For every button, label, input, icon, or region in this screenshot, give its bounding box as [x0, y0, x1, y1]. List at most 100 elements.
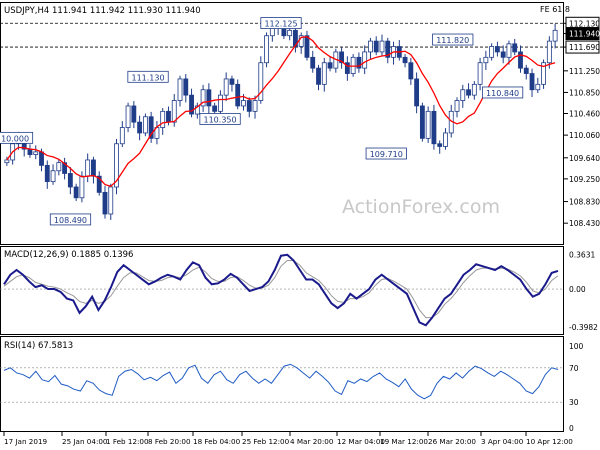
fib-label: FE 61.8: [540, 5, 570, 14]
candle-body: [414, 78, 420, 107]
candle-body: [287, 29, 293, 37]
candle-body: [437, 143, 443, 147]
x-tick-label: 12 Mar 04:00: [337, 437, 385, 446]
swing-label: 110.350: [204, 115, 237, 124]
x-tick-label: 17 Jan 2019: [4, 437, 48, 446]
swing-label: 112.125: [264, 20, 297, 29]
y-tick-label: 111.690: [569, 43, 600, 52]
main-y-axis: 112.130 111.940 111.690 111.250 110.850 110.4…: [564, 16, 600, 228]
candle-body: [131, 105, 137, 123]
candle-body: [229, 78, 235, 85]
candle-body: [425, 110, 431, 139]
candle-body: [529, 73, 535, 91]
rsi-y-tick-label: 100: [569, 342, 584, 351]
candle-body: [512, 43, 518, 53]
candle-body: [125, 105, 131, 128]
candle-body: [316, 67, 321, 85]
candle-body: [241, 100, 246, 107]
candle-body: [177, 78, 183, 101]
candle-body: [379, 40, 385, 53]
candle-body: [310, 56, 316, 69]
watermark: ActionForex.com: [342, 196, 500, 218]
x-tick-label: 10 Apr 12:00: [526, 437, 573, 446]
candle-body: [171, 100, 177, 123]
swing-label: 108.490: [54, 216, 87, 225]
candle-body: [264, 35, 269, 64]
candle-body: [321, 62, 327, 85]
candle-body: [39, 151, 44, 166]
candle-body: [223, 78, 229, 96]
rsi-panel-label: RSI(14) 67.5813: [4, 341, 73, 351]
candle-body: [304, 35, 310, 58]
candle-body: [67, 173, 73, 188]
candle-body: [500, 51, 506, 58]
candle-body: [546, 40, 552, 64]
candle-body: [373, 40, 379, 53]
candle-body: [506, 43, 512, 58]
macd-panel-label: MACD(12,26,9) 0.1885 0.1396: [4, 250, 133, 260]
rsi-y-tick-label: 30: [569, 398, 579, 407]
candle-body: [166, 110, 171, 123]
candle-body: [217, 94, 223, 112]
candle-body: [206, 89, 212, 107]
candle-body: [483, 56, 489, 64]
y-tick-label: 110.060: [569, 131, 600, 140]
candle-body: [477, 62, 483, 85]
swing-label: 111.820: [436, 36, 469, 45]
candle-body: [466, 89, 471, 96]
candle-body: [79, 175, 85, 199]
candle-body: [183, 78, 189, 96]
candle-body: [535, 83, 541, 91]
rsi-y-axis: 100 70 30 0: [569, 342, 584, 433]
candle-body: [108, 186, 114, 215]
swing-label: 109.710: [370, 150, 403, 159]
x-tick-label: 8 Feb 20:00: [148, 437, 191, 446]
candle-body: [523, 67, 529, 74]
candle-body: [212, 105, 218, 112]
candle-body: [50, 170, 56, 182]
candle-body: [443, 132, 448, 147]
candle-body: [142, 116, 148, 134]
x-tick-label: 1 Feb 12:00: [106, 437, 149, 446]
candle-body: [73, 186, 79, 199]
candle-body: [431, 110, 437, 145]
candle-body: [362, 51, 368, 69]
time-axis: 17 Jan 2019 25 Jan 04:001 Feb 12:00 8 Feb …: [3, 432, 573, 446]
x-tick-label: 25 Jan 04:00: [62, 437, 108, 446]
x-tick-label: 26 Mar 20:00: [428, 437, 476, 446]
y-tick-label: 112.130: [569, 19, 600, 28]
macd-y-axis: 0.3631 0.00 -0.3982: [569, 250, 598, 332]
y-tick-label: 109.640: [569, 154, 600, 163]
main-panel-label: USDJPY,H4 111.941 111.942 111.930 111.94…: [4, 6, 201, 16]
candle-body: [44, 164, 50, 182]
y-tick-label: 108.830: [569, 198, 600, 207]
swing-label: 110.840: [486, 89, 519, 98]
candle-body: [419, 105, 425, 139]
swing-label: 111.130: [131, 73, 164, 82]
candle-body: [246, 100, 252, 112]
candle-body: [137, 121, 143, 134]
rsi-y-tick-label: 70: [569, 364, 579, 373]
candle-body: [350, 56, 356, 74]
candle-body: [252, 100, 258, 112]
candle-body: [85, 159, 91, 177]
y-tick-label: 108.430: [569, 219, 600, 228]
y-tick-label: 110.460: [569, 110, 600, 119]
candle-body: [235, 83, 241, 107]
candle-body: [489, 46, 495, 58]
y-tick-label: 111.250: [569, 67, 600, 76]
y-tick-label: 110.850: [569, 88, 600, 97]
y-tick-label: 109.250: [569, 175, 600, 184]
candle-body: [471, 83, 477, 96]
candle-body: [368, 40, 373, 53]
rsi-y-tick-label: 0: [569, 424, 574, 433]
candle-body: [33, 151, 39, 155]
chart-root: ActionForex.com 112.125 111.820 111.130 110…: [0, 2, 600, 446]
x-tick-label: 4 Mar 20:00: [290, 437, 334, 446]
x-tick-label: 3 Apr 04:00: [481, 437, 524, 446]
candle-body: [460, 89, 466, 101]
candle-body: [27, 148, 33, 155]
swing-label: 10.000: [1, 134, 29, 143]
macd-y-tick-label: 0.00: [569, 285, 586, 294]
candle-body: [119, 127, 125, 145]
